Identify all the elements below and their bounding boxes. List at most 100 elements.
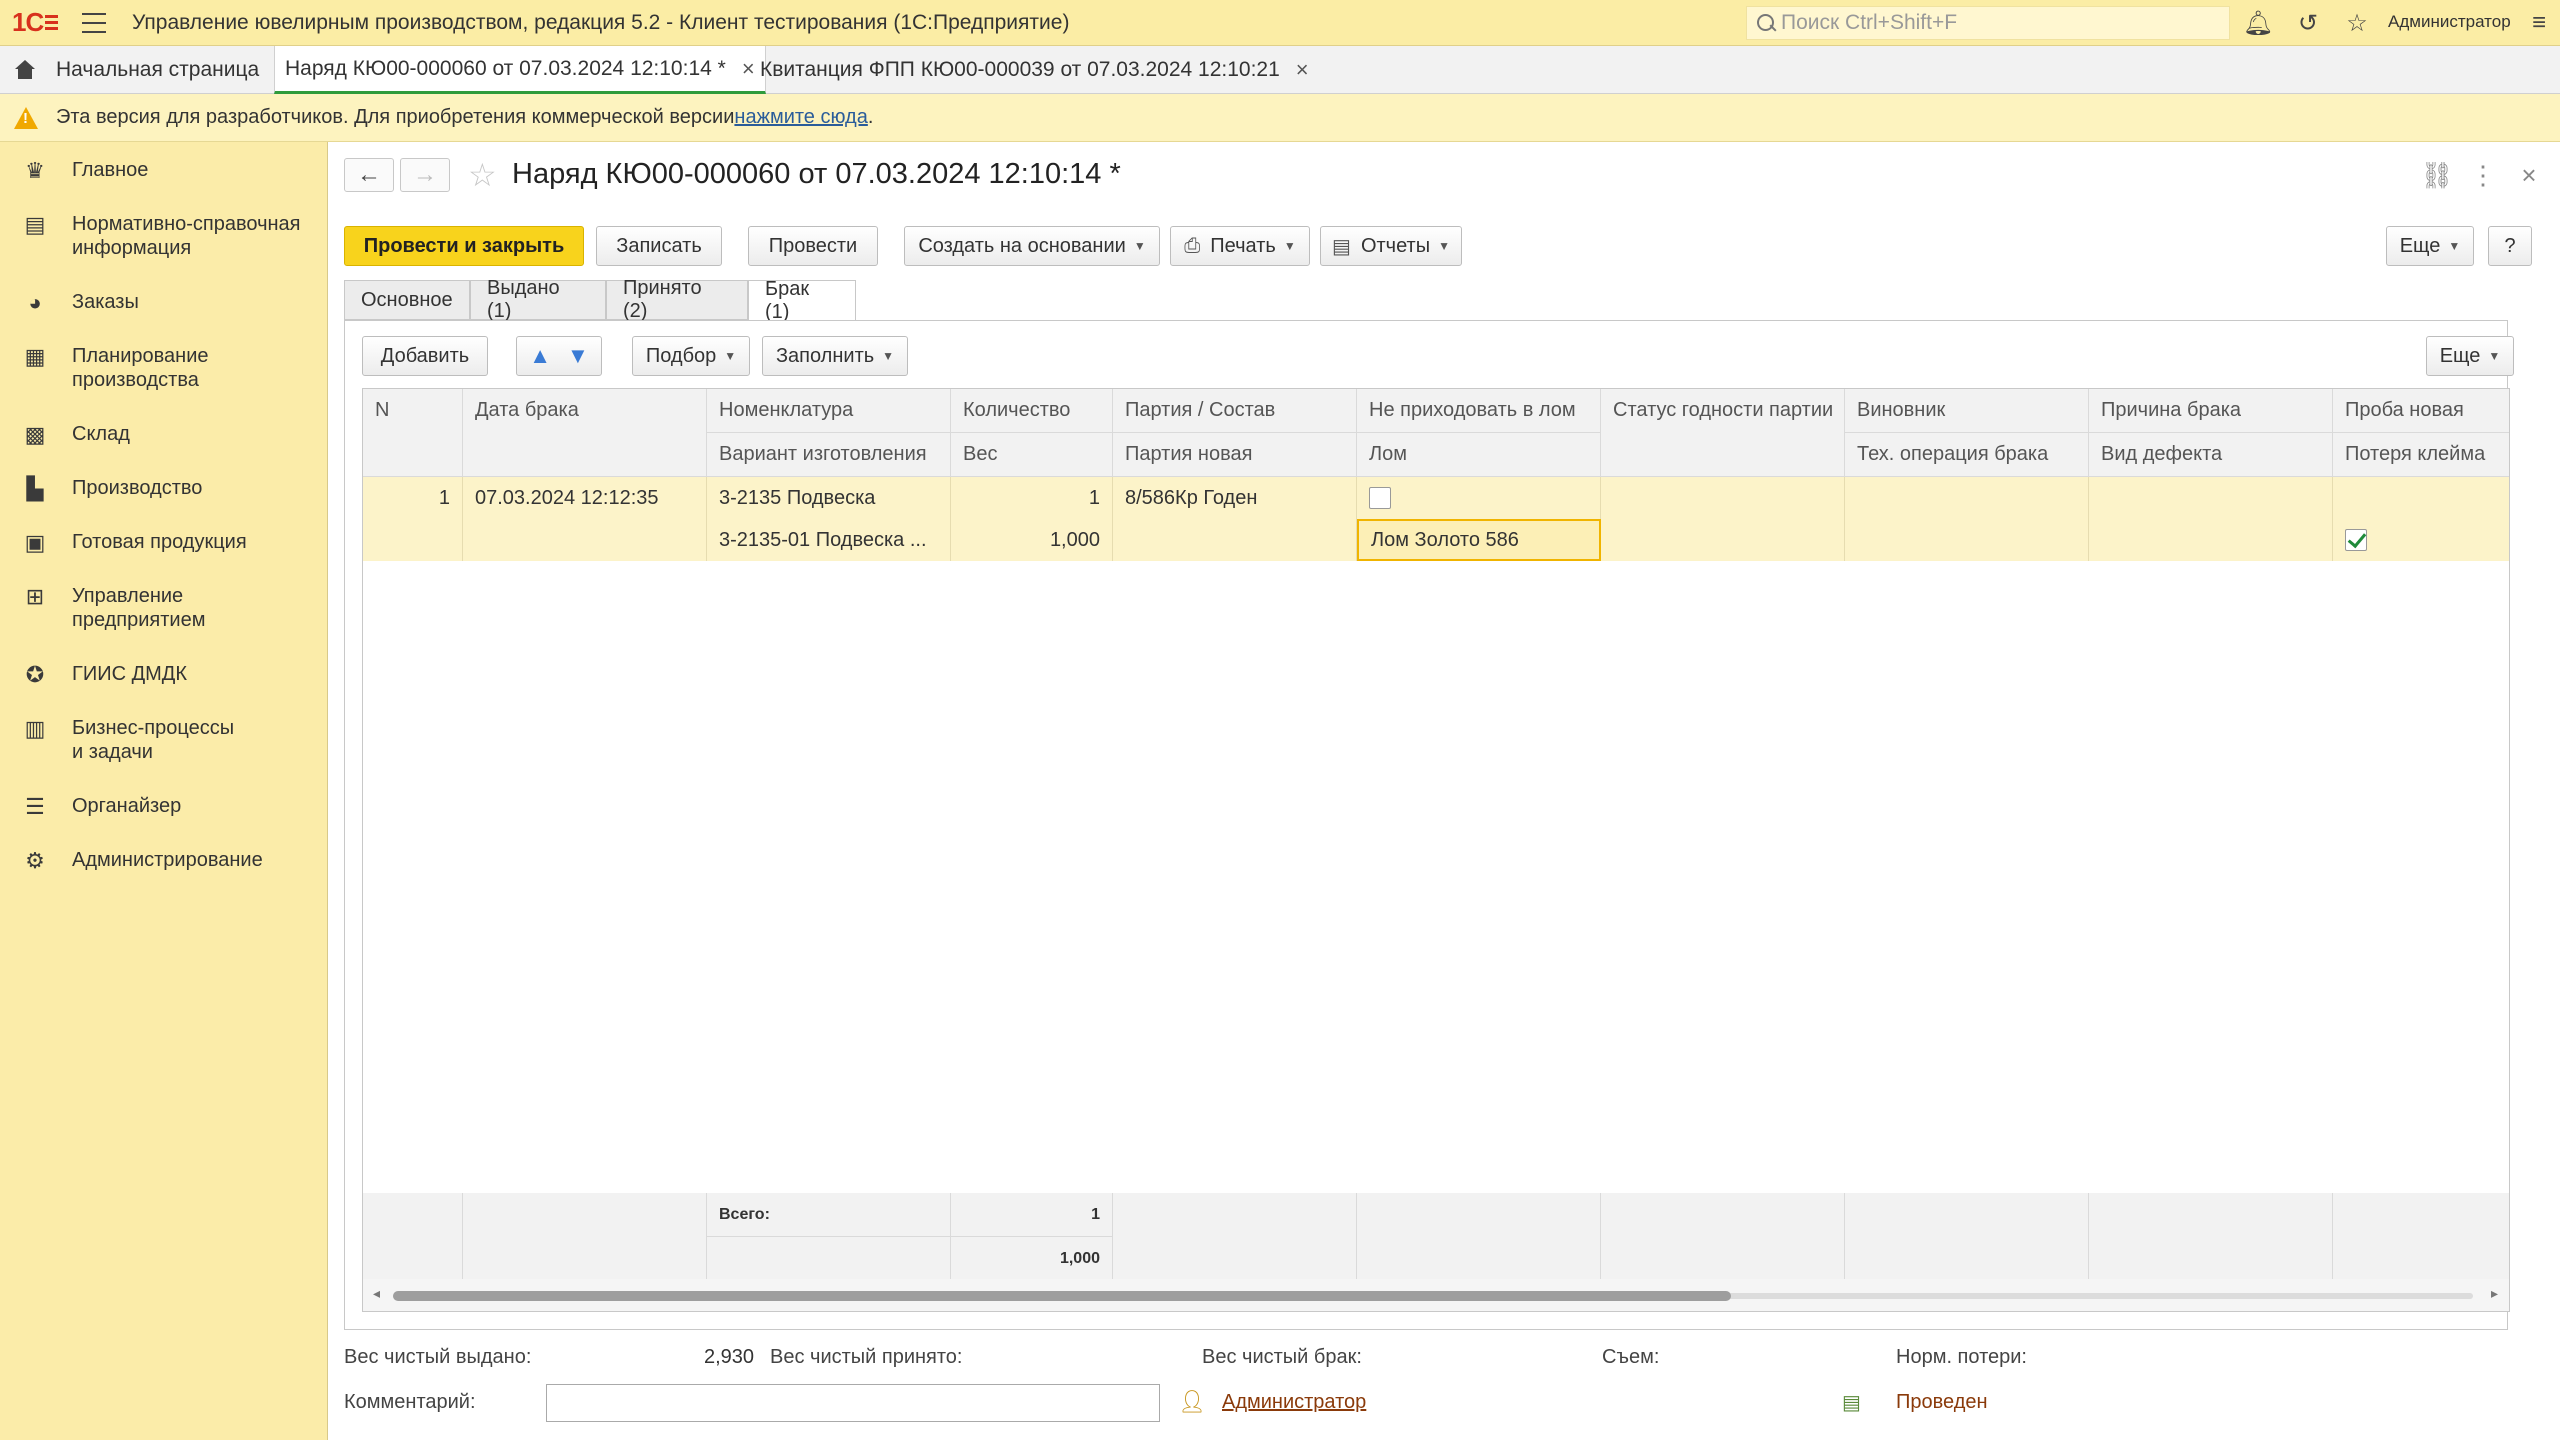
table-cell-status[interactable] xyxy=(1601,477,1845,561)
pick-button[interactable]: Подбор ▼ xyxy=(632,336,750,376)
sidebar-item-giis[interactable]: ✪ ГИИС ДМДК xyxy=(0,662,328,688)
favorites-star-icon[interactable]: ☆ xyxy=(2342,8,2372,38)
sidebar-item-warehouse[interactable]: ▩ Склад xyxy=(0,422,328,448)
help-button[interactable]: ? xyxy=(2488,226,2532,266)
comment-field[interactable] xyxy=(546,1384,1160,1422)
stamp-loss-checkbox[interactable] xyxy=(2345,529,2367,551)
table-cell-variant[interactable]: 3-2135-01 Подвеска ... xyxy=(707,519,951,561)
table-cell-stamp-loss[interactable] xyxy=(2333,519,2509,561)
sidebar-item-finished-goods[interactable]: ▣ Готовая продукция xyxy=(0,530,328,556)
sidebar-item-enterprise[interactable]: ⊞ Управление предприятием xyxy=(0,584,328,632)
table-cell-date-2[interactable] xyxy=(463,519,707,561)
sidebar-item-planning[interactable]: ▦ Планирование производства xyxy=(0,344,328,392)
table-cell-n-2[interactable] xyxy=(363,519,463,561)
sidebar-item-orders[interactable]: ◕ Заказы xyxy=(0,290,328,316)
post-and-close-button[interactable]: Провести и закрыть xyxy=(344,226,584,266)
col-header-reason[interactable]: Причина брака xyxy=(2089,389,2333,433)
app-logo[interactable]: 1С xyxy=(12,7,58,38)
dropdown-arrow-icon: ▼ xyxy=(2448,239,2461,253)
more-vertical-icon[interactable]: ⋮ xyxy=(2468,160,2498,190)
col-header-batch-new[interactable]: Партия новая xyxy=(1113,433,1357,477)
scroll-thumb[interactable] xyxy=(393,1291,1731,1301)
settings-menu-icon[interactable]: ≡ xyxy=(2524,8,2554,38)
print-button[interactable]: ⎙ Печать ▼ xyxy=(1170,226,1310,266)
col-header-variant[interactable]: Вариант изготовления xyxy=(707,433,951,477)
table-cell-n[interactable]: 1 xyxy=(363,477,463,519)
tab-issued[interactable]: Выдано (1) xyxy=(470,277,606,322)
table-cell-operation[interactable] xyxy=(1845,519,2089,561)
sidebar-item-main[interactable]: ♛ Главное xyxy=(0,158,328,184)
fill-button[interactable]: Заполнить ▼ xyxy=(762,336,908,376)
more-button[interactable]: Еще ▼ xyxy=(2386,226,2474,266)
tab-main[interactable]: Основное xyxy=(344,280,470,320)
table-cell-weight[interactable]: 1,000 xyxy=(951,519,1113,561)
bell-icon[interactable]: 🔔︎ xyxy=(2243,8,2273,38)
tab-received[interactable]: Принято (2) xyxy=(606,277,748,322)
create-based-on-button[interactable]: Создать на основании ▼ xyxy=(904,226,1160,266)
move-up-icon[interactable]: ▲ xyxy=(529,343,551,369)
close-icon[interactable]: × xyxy=(2514,160,2544,190)
move-down-icon[interactable]: ▼ xyxy=(567,343,589,369)
no-scrap-checkbox[interactable] xyxy=(1369,487,1391,509)
close-icon[interactable]: × xyxy=(1296,57,1309,83)
posted-document-icon: ▤ xyxy=(1842,1392,1861,1414)
tab-order[interactable]: Наряд КЮ00-000060 от 07.03.2024 12:10:14… xyxy=(274,46,766,94)
footer-cell xyxy=(2333,1193,2509,1281)
reports-button[interactable]: ▤ Отчеты ▼ xyxy=(1320,226,1462,266)
search-input[interactable]: Поиск Ctrl+Shift+F xyxy=(1746,6,2230,40)
sidebar-item-administration[interactable]: ⚙ Администрирование xyxy=(0,848,328,874)
sidebar-item-reference[interactable]: ▤ Нормативно-справочная информация xyxy=(0,212,328,260)
developer-version-warning: Эта версия для разработчиков. Для приобр… xyxy=(0,94,2560,142)
add-button[interactable]: Добавить xyxy=(362,336,488,376)
col-header-no-scrap[interactable]: Не приходовать в лом xyxy=(1357,389,1601,433)
table-cell-no-scrap[interactable] xyxy=(1357,477,1601,519)
col-header-batch-status[interactable]: Статус годности партии xyxy=(1601,389,1845,477)
table-cell-reason[interactable] xyxy=(2089,477,2333,519)
post-button[interactable]: Провести xyxy=(748,226,878,266)
sidebar-item-business-processes[interactable]: ▥ Бизнес-процессы и задачи xyxy=(0,716,328,764)
col-header-stamp-loss[interactable]: Потеря клейма xyxy=(2333,433,2509,477)
table-cell-batch-new[interactable] xyxy=(1113,519,1357,561)
tab-home[interactable]: Начальная страница xyxy=(0,46,269,94)
save-button[interactable]: Записать xyxy=(596,226,722,266)
tab-receipt[interactable]: Квитанция ФПП КЮ00-000039 от 07.03.2024 … xyxy=(750,46,1319,94)
scroll-right-icon[interactable]: ▸ xyxy=(2491,1285,2498,1302)
current-user[interactable]: Администратор xyxy=(2388,12,2511,32)
table-cell-probe-new[interactable] xyxy=(2333,477,2509,519)
table-cell-batch[interactable]: 8/586Кр Годен xyxy=(1113,477,1357,519)
col-header-operation[interactable]: Тех. операция брака xyxy=(1845,433,2089,477)
forward-button[interactable]: → xyxy=(400,158,450,192)
table-cell-nomenclature[interactable]: 3-2135 Подвеска xyxy=(707,477,951,519)
author-link[interactable]: Администратор xyxy=(1222,1391,1366,1414)
col-header-scrap[interactable]: Лом xyxy=(1357,433,1601,477)
table-more-label: Еще xyxy=(2439,344,2481,367)
col-header-batch[interactable]: Партия / Состав xyxy=(1113,389,1357,433)
favorite-star-icon[interactable]: ☆ xyxy=(468,156,497,194)
factory-icon: ▙ xyxy=(26,476,44,501)
link-icon[interactable]: ⛓ xyxy=(2421,160,2454,190)
table-cell-quantity[interactable]: 1 xyxy=(951,477,1113,519)
col-header-nomenclature[interactable]: Номенклатура xyxy=(707,389,951,433)
main-menu-icon[interactable] xyxy=(82,12,106,33)
col-header-culprit[interactable]: Виновник xyxy=(1845,389,2089,433)
sidebar-item-production[interactable]: ▙ Производство xyxy=(0,476,328,502)
table-cell-scrap[interactable]: Лом Золото 586 xyxy=(1357,519,1601,561)
col-header-probe-new[interactable]: Проба новая xyxy=(2333,389,2509,433)
history-icon[interactable]: ↺ xyxy=(2293,8,2323,38)
sidebar-item-organizer[interactable]: ☰ Органайзер xyxy=(0,794,328,820)
col-header-weight[interactable]: Вес xyxy=(951,433,1113,477)
table-cell-culprit[interactable] xyxy=(1845,477,2089,519)
tab-defect[interactable]: Брак (1) xyxy=(748,278,856,323)
table-more-button[interactable]: Еще ▼ xyxy=(2426,336,2514,376)
col-header-defect-type[interactable]: Вид дефекта xyxy=(2089,433,2333,477)
table-cell-date[interactable]: 07.03.2024 12:12:35 xyxy=(463,477,707,519)
scroll-left-icon[interactable]: ◂ xyxy=(373,1285,380,1302)
col-header-date[interactable]: Дата брака xyxy=(463,389,707,477)
col-header-n[interactable]: N xyxy=(363,389,463,477)
horizontal-scrollbar[interactable]: ◂ ▸ xyxy=(363,1279,2509,1311)
back-button[interactable]: ← xyxy=(344,158,394,192)
table-cell-defect-type[interactable] xyxy=(2089,519,2333,561)
col-header-quantity[interactable]: Количество xyxy=(951,389,1113,433)
purchase-link[interactable]: нажмите сюда xyxy=(734,106,867,129)
footer-cell xyxy=(363,1193,463,1281)
